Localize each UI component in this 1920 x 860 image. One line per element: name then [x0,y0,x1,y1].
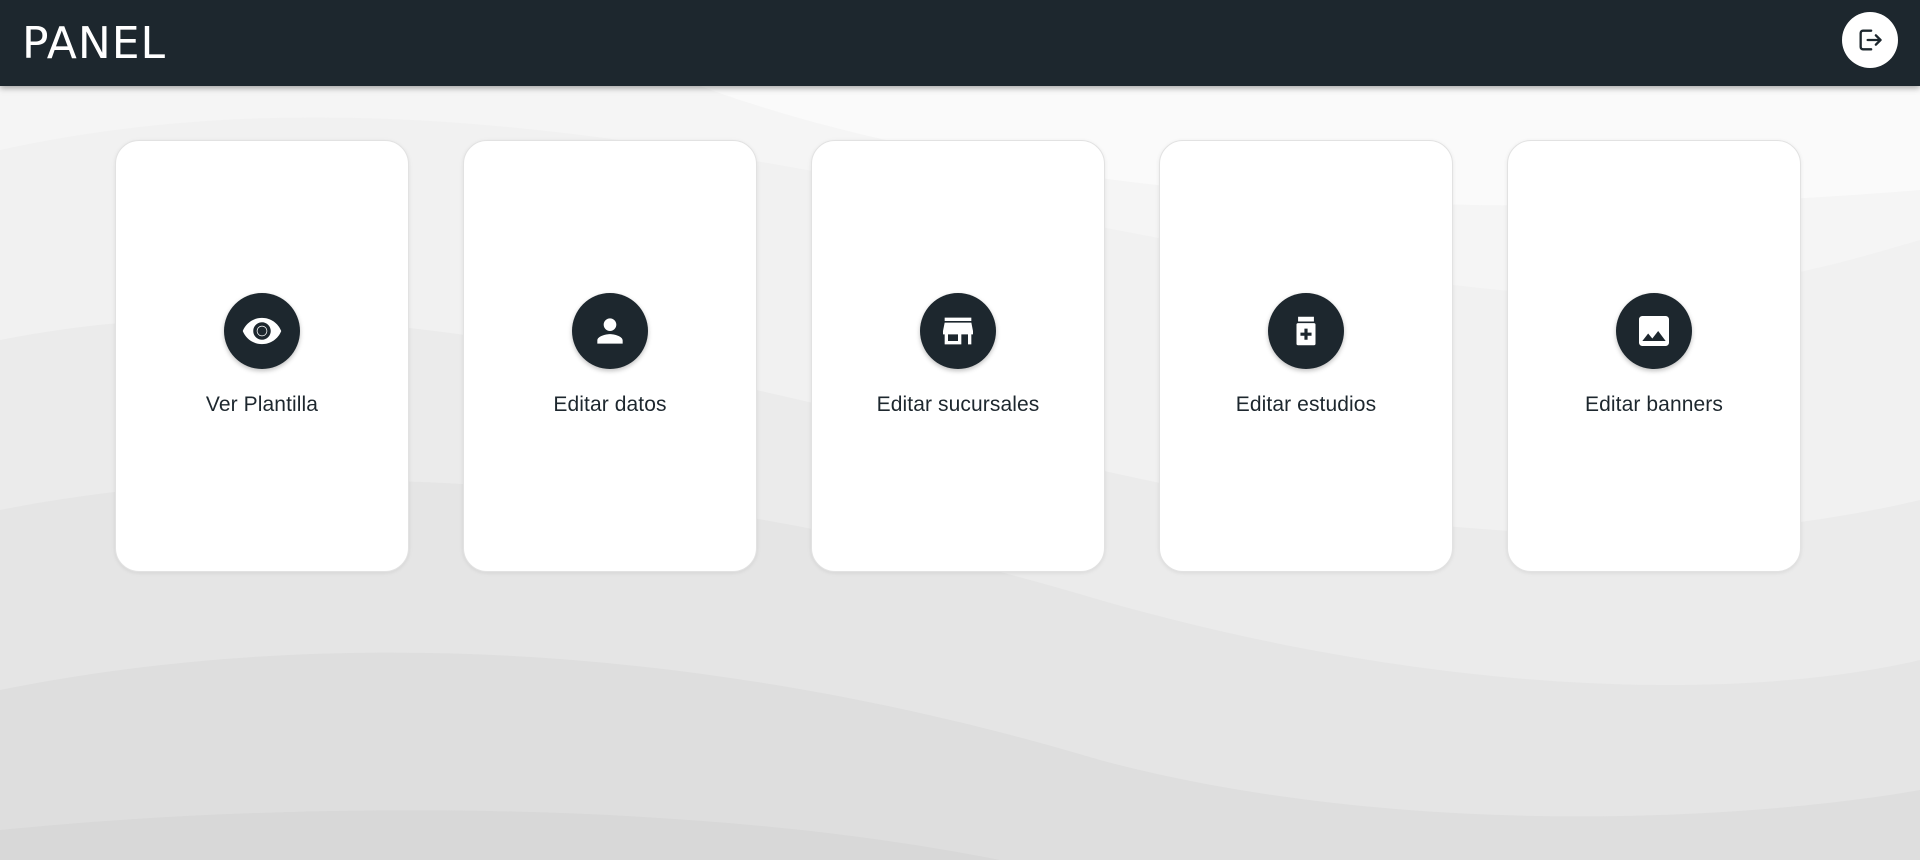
card-editar-banners[interactable]: Editar banners [1507,140,1801,572]
store-icon [920,293,996,369]
logout-button[interactable] [1842,12,1898,68]
card-editar-estudios[interactable]: Editar estudios [1159,140,1453,572]
panel-cards: Ver Plantilla Editar datos Editar sucurs… [115,140,1801,572]
card-label-editar-estudios: Editar estudios [1235,393,1377,416]
card-label-editar-banners: Editar banners [1585,393,1723,416]
person-icon [572,293,648,369]
card-editar-sucursales[interactable]: Editar sucursales [811,140,1105,572]
card-ver-plantilla[interactable]: Ver Plantilla [115,140,409,572]
image-icon [1616,293,1692,369]
logout-icon [1859,29,1882,51]
card-label-editar-sucursales: Editar sucursales [876,393,1040,416]
card-label-editar-datos: Editar datos [553,393,667,416]
card-label-ver-plantilla: Ver Plantilla [205,393,319,416]
eye-icon [224,293,300,369]
medication-icon [1268,293,1344,369]
page-title: PANEL [22,18,167,69]
card-editar-datos[interactable]: Editar datos [463,140,757,572]
top-bar: PANEL [0,0,1920,86]
